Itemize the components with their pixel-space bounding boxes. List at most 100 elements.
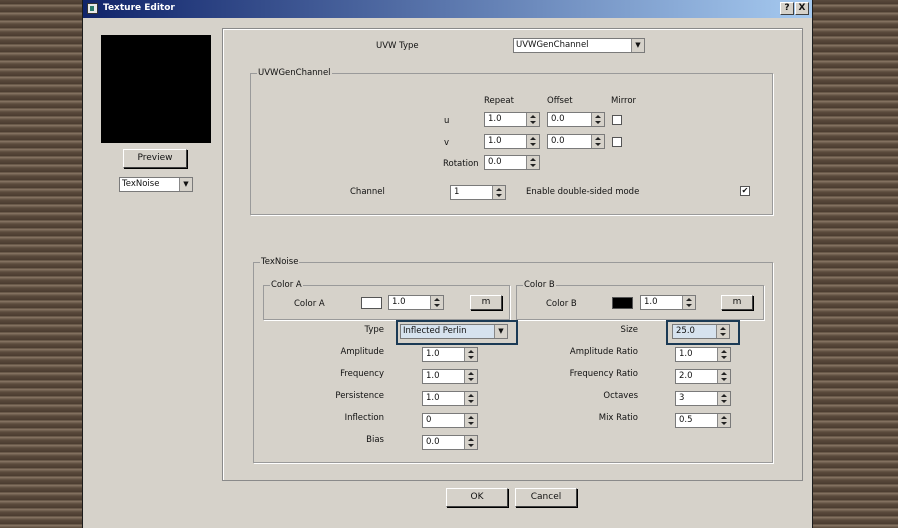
color-b-multiplier-spinner[interactable]: 1.0 [640, 295, 696, 310]
spinner-arrows-icon[interactable] [526, 113, 539, 126]
spinner-arrows-icon[interactable] [464, 392, 477, 405]
color-a-group-title: Color A [270, 280, 303, 290]
texture-type-select[interactable]: TexNoise ▼ [119, 177, 193, 192]
rotation-spinner[interactable]: 0.0 [484, 155, 540, 170]
frequency-ratio-value: 2.0 [679, 371, 693, 381]
octaves-spinner[interactable]: 3 [675, 391, 731, 406]
color-b-group-title: Color B [523, 280, 556, 290]
v-offset-spinner[interactable]: 0.0 [547, 134, 605, 149]
window-title: Texture Editor [103, 3, 175, 13]
color-b-map-button[interactable]: m [721, 295, 753, 310]
uvwgenchannel-group-title: UVWGenChannel [257, 68, 332, 78]
bias-value: 0.0 [426, 437, 440, 447]
u-mirror-checkbox[interactable] [612, 115, 622, 125]
texture-preview-image [101, 35, 211, 143]
octaves-value: 3 [679, 393, 685, 403]
v-mirror-checkbox[interactable] [612, 137, 622, 147]
spinner-arrows-icon[interactable] [464, 414, 477, 427]
chevron-down-icon[interactable]: ▼ [494, 325, 507, 338]
persistence-label: Persistence [335, 391, 384, 401]
octaves-label: Octaves [603, 391, 638, 401]
spinner-arrows-icon[interactable] [464, 348, 477, 361]
color-a-multiplier-spinner[interactable]: 1.0 [388, 295, 444, 310]
channel-value: 1 [454, 187, 460, 197]
mix-ratio-label: Mix Ratio [598, 413, 638, 423]
bias-label: Bias [366, 435, 384, 445]
amplitude-ratio-value: 1.0 [679, 349, 693, 359]
spinner-arrows-icon[interactable] [492, 186, 505, 199]
spinner-arrows-icon[interactable] [717, 348, 730, 361]
noise-type-select[interactable]: Inflected Perlin ▼ [400, 324, 508, 339]
persistence-value: 1.0 [426, 393, 440, 403]
mix-ratio-spinner[interactable]: 0.5 [675, 413, 731, 428]
spinner-arrows-icon[interactable] [526, 156, 539, 169]
v-offset-value: 0.0 [551, 136, 565, 146]
size-value: 25.0 [676, 326, 695, 336]
amplitude-ratio-label: Amplitude Ratio [569, 347, 638, 357]
color-a-map-button[interactable]: m [470, 295, 502, 310]
noise-type-label: Type [364, 325, 384, 335]
texture-type-value: TexNoise [122, 179, 160, 189]
repeat-column-label: Repeat [484, 96, 514, 106]
u-offset-spinner[interactable]: 0.0 [547, 112, 605, 127]
inflection-value: 0 [426, 415, 432, 425]
title-bar: Texture Editor ? X [83, 0, 812, 18]
right-shutter-image [812, 0, 898, 528]
frequency-spinner[interactable]: 1.0 [422, 369, 478, 384]
u-label: u [444, 116, 450, 126]
rotation-label: Rotation [443, 159, 479, 169]
mirror-column-label: Mirror [611, 96, 637, 106]
uvwgenchannel-group: UVWGenChannel Repeat Offset Mirror u 1.0… [250, 68, 773, 215]
noise-type-value: Inflected Perlin [403, 326, 467, 336]
preview-button[interactable]: Preview [123, 149, 187, 168]
mix-ratio-value: 0.5 [679, 415, 693, 425]
channel-label: Channel [350, 187, 385, 197]
u-offset-value: 0.0 [551, 114, 565, 124]
spinner-arrows-icon[interactable] [716, 325, 729, 338]
inflection-spinner[interactable]: 0 [422, 413, 478, 428]
size-label: Size [620, 325, 638, 335]
rotation-value: 0.0 [488, 157, 502, 167]
u-repeat-spinner[interactable]: 1.0 [484, 112, 540, 127]
channel-spinner[interactable]: 1 [450, 185, 506, 200]
cancel-button[interactable]: Cancel [515, 488, 577, 507]
color-a-swatch[interactable] [361, 297, 382, 309]
inflection-label: Inflection [344, 413, 384, 423]
chevron-down-icon[interactable]: ▼ [631, 39, 644, 52]
color-a-label: Color A [294, 299, 325, 309]
help-button[interactable]: ? [780, 2, 794, 15]
frequency-ratio-spinner[interactable]: 2.0 [675, 369, 731, 384]
double-sided-checkbox[interactable]: ✔ [740, 186, 750, 196]
uvw-type-select[interactable]: UVWGenChannel ▼ [513, 38, 645, 53]
amplitude-ratio-spinner[interactable]: 1.0 [675, 347, 731, 362]
properties-panel: UVW Type UVWGenChannel ▼ UVWGenChannel R… [222, 28, 803, 481]
spinner-arrows-icon[interactable] [591, 113, 604, 126]
spinner-arrows-icon[interactable] [526, 135, 539, 148]
persistence-spinner[interactable]: 1.0 [422, 391, 478, 406]
spinner-arrows-icon[interactable] [717, 370, 730, 383]
spinner-arrows-icon[interactable] [464, 436, 477, 449]
spinner-arrows-icon[interactable] [430, 296, 443, 309]
double-sided-label: Enable double-sided mode [526, 187, 640, 197]
spinner-arrows-icon[interactable] [591, 135, 604, 148]
texnoise-group-title: TexNoise [260, 257, 300, 267]
ok-button[interactable]: OK [446, 488, 508, 507]
frequency-value: 1.0 [426, 371, 440, 381]
spinner-arrows-icon[interactable] [682, 296, 695, 309]
chevron-down-icon[interactable]: ▼ [179, 178, 192, 191]
v-repeat-value: 1.0 [488, 136, 502, 146]
amplitude-spinner[interactable]: 1.0 [422, 347, 478, 362]
color-b-group: Color B Color B 1.0 m [516, 280, 764, 320]
size-spinner[interactable]: 25.0 [672, 324, 730, 339]
spinner-arrows-icon[interactable] [464, 370, 477, 383]
app-icon [87, 3, 98, 14]
spinner-arrows-icon[interactable] [717, 414, 730, 427]
spinner-arrows-icon[interactable] [717, 392, 730, 405]
close-button[interactable]: X [795, 2, 809, 15]
bias-spinner[interactable]: 0.0 [422, 435, 478, 450]
uvw-type-value: UVWGenChannel [516, 40, 589, 50]
frequency-ratio-label: Frequency Ratio [569, 369, 638, 379]
amplitude-value: 1.0 [426, 349, 440, 359]
color-b-swatch[interactable] [612, 297, 633, 309]
v-repeat-spinner[interactable]: 1.0 [484, 134, 540, 149]
